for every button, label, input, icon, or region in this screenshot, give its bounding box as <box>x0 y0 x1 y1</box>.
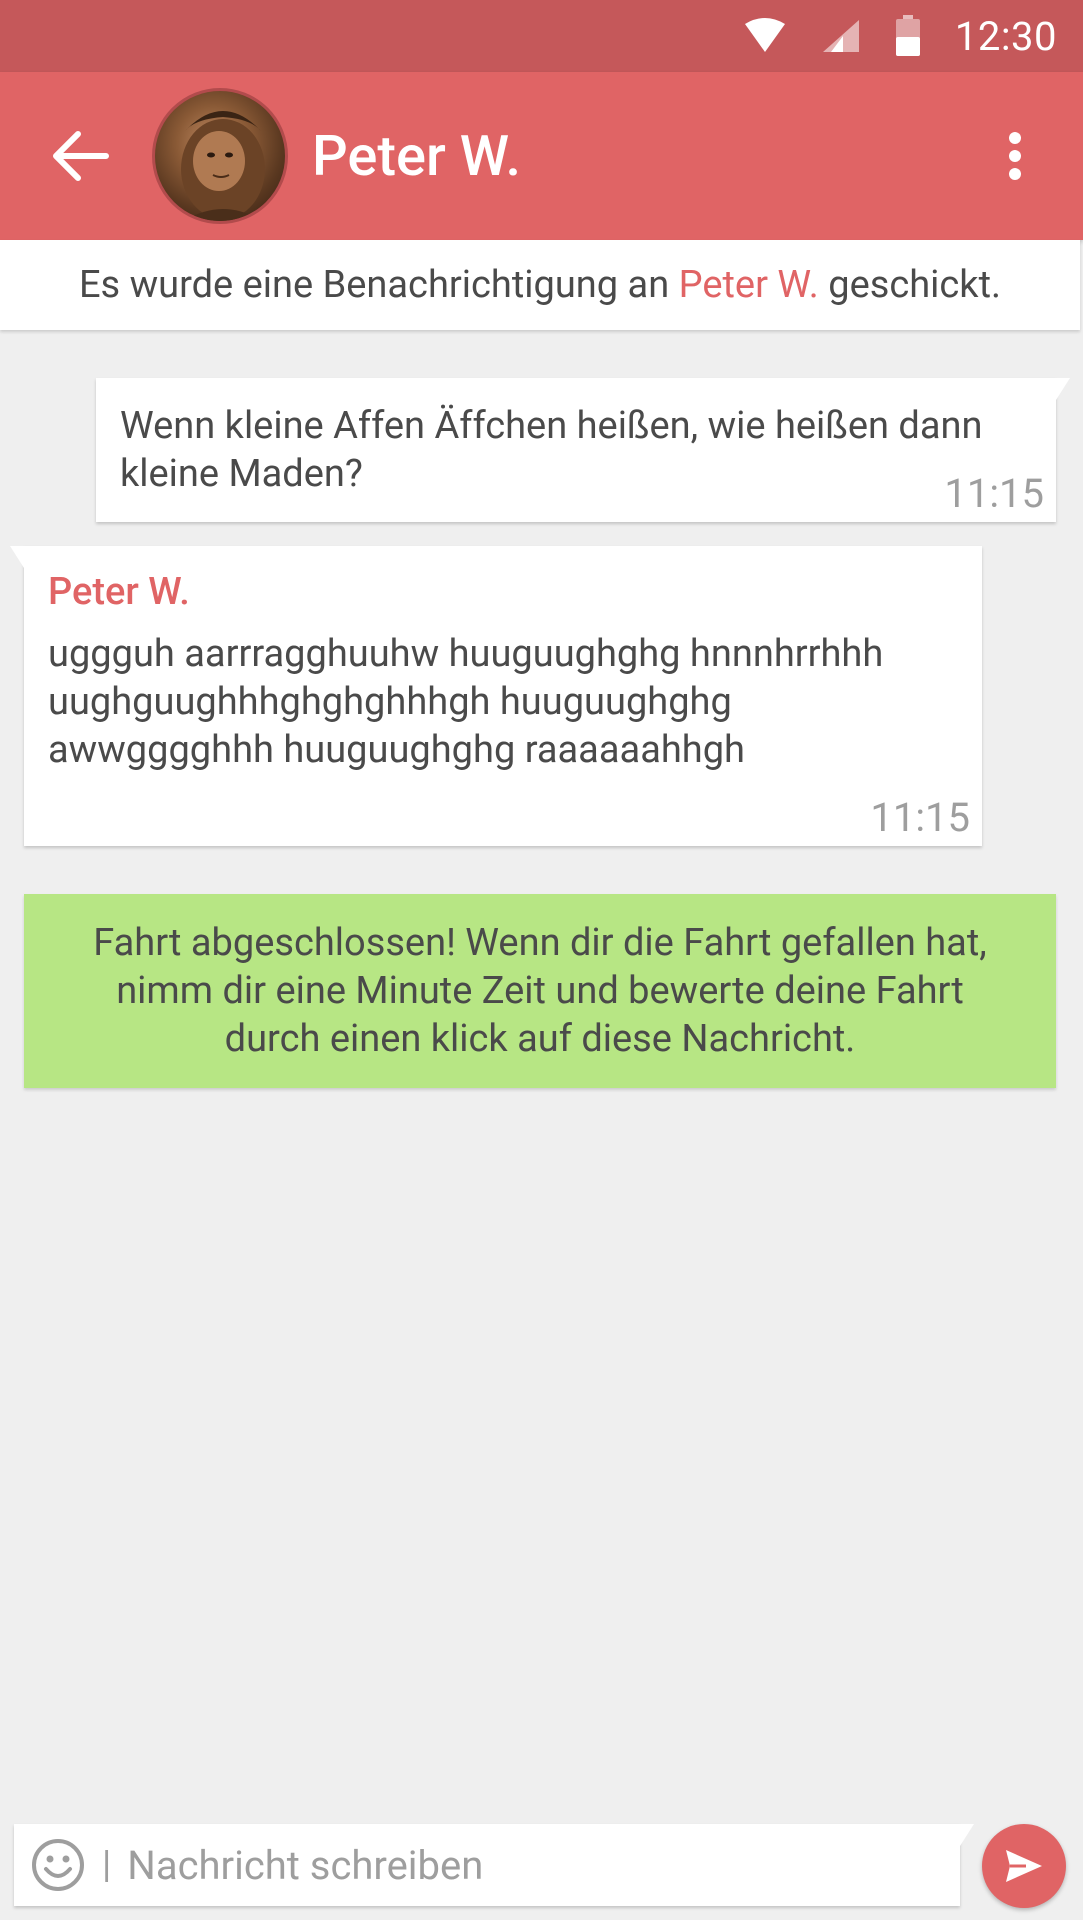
outgoing-message-bubble[interactable]: Wenn kleine Affen Äffchen heißen, wie he… <box>96 378 1070 522</box>
emoji-button[interactable] <box>28 1835 88 1895</box>
text-cursor: | <box>102 1843 112 1887</box>
send-button[interactable] <box>982 1824 1066 1908</box>
avatar-image <box>181 111 265 221</box>
send-icon <box>1006 1850 1042 1882</box>
message-timestamp: 11:15 <box>870 794 970 841</box>
contact-name[interactable]: Peter W. <box>312 123 521 189</box>
bubble-tail <box>10 546 24 568</box>
contact-avatar[interactable] <box>152 88 288 224</box>
notification-sent-banner: Es wurde eine Benachrichtigung an Peter … <box>0 240 1080 330</box>
status-bar: 12:30 <box>0 0 1083 72</box>
cell-signal-icon <box>821 18 861 54</box>
overflow-menu-button[interactable] <box>991 120 1039 192</box>
incoming-message-bubble[interactable]: Peter W. uggguh aarrragghuuhw huuguughgh… <box>10 546 982 846</box>
message-composer: | <box>14 1824 974 1906</box>
system-message-text: Fahrt abgeschlossen! Wenn dir die Fahrt … <box>93 921 987 1061</box>
notice-suffix: geschickt. <box>818 263 1002 307</box>
message-sender: Peter W. <box>48 570 190 614</box>
message-input[interactable] <box>127 1841 888 1889</box>
bubble-tail <box>1056 378 1070 400</box>
status-time: 12:30 <box>954 12 1057 60</box>
battery-icon <box>895 15 921 57</box>
notice-contact-name: Peter W. <box>678 263 819 307</box>
arrow-back-icon <box>53 131 109 181</box>
more-vert-icon <box>1009 132 1021 180</box>
notice-prefix: Es wurde eine Benachrichtigung an <box>78 263 679 307</box>
back-button[interactable] <box>44 120 116 192</box>
message-text: Wenn kleine Affen Äffchen heißen, wie he… <box>120 404 983 496</box>
app-bar: Peter W. <box>0 72 1083 240</box>
message-text: uggguh aarrragghuuhw huuguughghg hnnnhrr… <box>48 632 884 772</box>
ride-completed-rating-prompt[interactable]: Fahrt abgeschlossen! Wenn dir die Fahrt … <box>24 894 1056 1088</box>
message-timestamp: 11:15 <box>944 470 1044 517</box>
composer-tail <box>960 1824 974 1846</box>
emoji-icon <box>32 1839 84 1891</box>
wifi-icon <box>743 18 787 54</box>
